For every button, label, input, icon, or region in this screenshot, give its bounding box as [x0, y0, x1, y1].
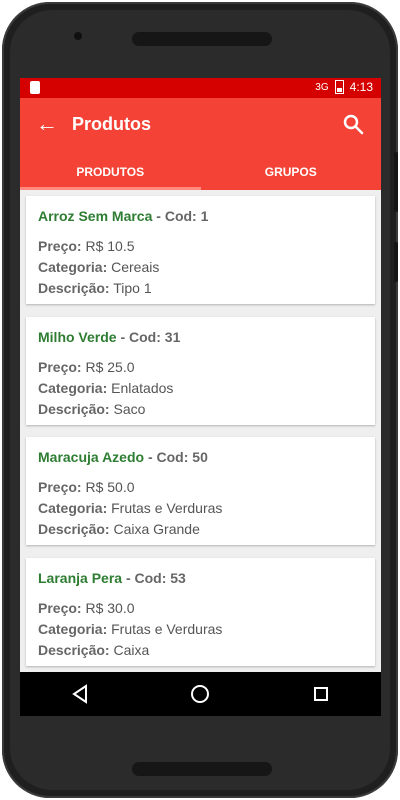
- product-title: Laranja Pera - Cod: 53: [38, 570, 186, 586]
- description-row: Descrição: Saco: [38, 401, 145, 417]
- nav-back-button[interactable]: [68, 682, 92, 706]
- top-speaker: [132, 32, 272, 46]
- product-code: - Cod: 1: [152, 208, 209, 224]
- app-bar: ← Produtos PRODUTOS GRUPOS: [20, 98, 381, 190]
- category-row: Categoria: Frutas e Verduras: [38, 621, 222, 637]
- status-bar: 3G 4:13: [20, 78, 381, 98]
- product-card[interactable]: Maracuja Azedo - Cod: 50 Preço: R$ 50.0 …: [26, 437, 375, 545]
- power-button: [394, 242, 398, 282]
- category-value: Frutas e Verduras: [111, 621, 223, 637]
- product-title: Arroz Sem Marca - Cod: 1: [38, 208, 208, 224]
- product-name: Laranja Pera: [38, 570, 123, 586]
- page-title: Produtos: [72, 114, 151, 134]
- category-row: Categoria: Frutas e Verduras: [38, 500, 222, 516]
- category-value: Cereais: [111, 259, 160, 275]
- category-value: Enlatados: [111, 380, 174, 396]
- price-value: R$ 25.0: [85, 359, 135, 375]
- price-row: Preço: R$ 10.5: [38, 238, 135, 254]
- product-title: Milho Verde - Cod: 31: [38, 329, 180, 345]
- volume-button: [394, 152, 398, 212]
- product-code: - Cod: 53: [122, 570, 186, 586]
- description-row: Descrição: Caixa: [38, 642, 149, 658]
- square-recent-icon: [313, 687, 328, 701]
- price-row: Preço: R$ 25.0: [38, 359, 135, 375]
- category-label: Categoria:: [38, 380, 108, 396]
- signal-icon: 3G: [315, 81, 329, 93]
- category-label: Categoria:: [38, 500, 108, 516]
- product-card[interactable]: Arroz Sem Marca - Cod: 1 Preço: R$ 10.5 …: [26, 196, 375, 304]
- product-name: Arroz Sem Marca: [38, 208, 153, 224]
- description-value: Saco: [113, 401, 146, 417]
- battery-icon: [334, 80, 344, 94]
- description-value: Caixa: [113, 642, 150, 658]
- search-button[interactable]: [341, 112, 365, 136]
- price-value: R$ 30.0: [85, 600, 135, 616]
- price-label: Preço:: [38, 479, 82, 495]
- search-icon: [343, 114, 364, 135]
- description-row: Descrição: Tipo 1: [38, 280, 152, 296]
- description-row: Descrição: Caixa Grande: [38, 521, 200, 537]
- price-value: R$ 10.5: [85, 238, 135, 254]
- price-label: Preço:: [38, 359, 82, 375]
- product-code: - Cod: 50: [144, 449, 208, 465]
- tab-produtos[interactable]: PRODUTOS: [20, 154, 201, 190]
- description-value: Tipo 1: [113, 280, 152, 296]
- description-label: Descrição:: [38, 401, 110, 417]
- product-code: - Cod: 31: [116, 329, 181, 345]
- circle-home-icon: [191, 685, 210, 703]
- product-card[interactable]: Milho Verde - Cod: 31 Preço: R$ 25.0 Cat…: [26, 317, 375, 425]
- device-screen: 3G 4:13 ← Produtos PRODUTOS GRUPOS Arroz…: [20, 78, 381, 716]
- tab-bar: PRODUTOS GRUPOS: [20, 154, 381, 190]
- category-label: Categoria:: [38, 259, 108, 275]
- category-row: Categoria: Enlatados: [38, 380, 173, 396]
- status-right: 3G 4:13: [315, 80, 373, 94]
- tab-grupos[interactable]: GRUPOS: [201, 154, 382, 190]
- arrow-left-icon: ←: [36, 111, 58, 136]
- status-time: 4:13: [349, 80, 373, 94]
- price-row: Preço: R$ 30.0: [38, 600, 135, 616]
- product-name: Maracuja Azedo: [38, 449, 145, 465]
- description-value: Caixa Grande: [113, 521, 200, 537]
- category-row: Categoria: Cereais: [38, 259, 159, 275]
- product-name: Milho Verde: [38, 329, 117, 345]
- product-list: Arroz Sem Marca - Cod: 1 Preço: R$ 10.5 …: [20, 190, 381, 716]
- triangle-back-icon: [72, 684, 88, 704]
- navigation-bar: [20, 672, 381, 716]
- nav-home-button[interactable]: [188, 682, 212, 706]
- price-value: R$ 50.0: [85, 479, 135, 495]
- price-label: Preço:: [38, 600, 82, 616]
- nav-recent-button[interactable]: [309, 682, 333, 706]
- price-row: Preço: R$ 50.0: [38, 479, 135, 495]
- product-card[interactable]: Laranja Pera - Cod: 53 Preço: R$ 30.0 Ca…: [26, 558, 375, 666]
- description-label: Descrição:: [38, 642, 110, 658]
- front-camera: [74, 32, 82, 40]
- bottom-speaker: [132, 762, 272, 776]
- product-title: Maracuja Azedo - Cod: 50: [38, 449, 208, 465]
- description-label: Descrição:: [38, 280, 110, 296]
- category-label: Categoria:: [38, 621, 108, 637]
- back-button[interactable]: ←: [36, 112, 60, 136]
- sim-card-icon: [30, 81, 40, 94]
- category-value: Frutas e Verduras: [111, 500, 223, 516]
- price-label: Preço:: [38, 238, 82, 254]
- description-label: Descrição:: [38, 521, 110, 537]
